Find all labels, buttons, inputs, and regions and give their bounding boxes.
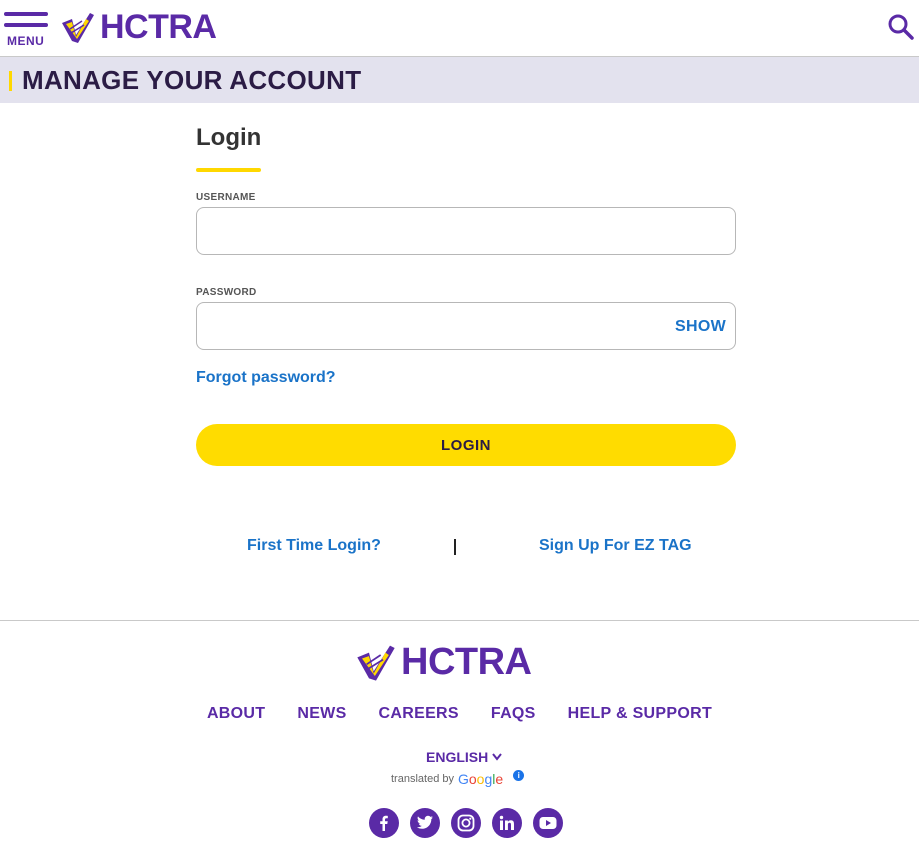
search-icon: [888, 14, 914, 40]
link-divider: [454, 539, 456, 555]
login-button[interactable]: LOGIN: [196, 424, 736, 466]
footer-link-careers[interactable]: CAREERS: [379, 705, 459, 723]
footer-link-about[interactable]: ABOUT: [207, 705, 265, 723]
language-selector[interactable]: ENGLISH: [426, 749, 503, 765]
twitter-icon[interactable]: [410, 808, 440, 838]
page-title: MANAGE YOUR ACCOUNT: [22, 65, 362, 95]
footer-link-news[interactable]: NEWS: [297, 705, 346, 723]
footer-hctra-logo[interactable]: HCTRA: [355, 640, 532, 684]
forgot-password-link[interactable]: Forgot password?: [196, 369, 336, 387]
footer-nav: ABOUT NEWS CAREERS FAQS HELP & SUPPORT: [0, 705, 919, 723]
google-logo: Google: [457, 771, 504, 787]
menu-label: MENU: [7, 34, 45, 48]
login-heading-underline: [196, 168, 261, 172]
banner-accent-bar: [9, 71, 12, 91]
google-translate-attribution: translated by Google i: [391, 769, 525, 787]
social-links: [369, 808, 563, 838]
linkedin-icon[interactable]: [492, 808, 522, 838]
translated-by-label: translated by: [391, 773, 454, 785]
facebook-icon[interactable]: [369, 808, 399, 838]
logo-text: HCTRA: [100, 7, 217, 46]
hamburger-icon-bar: [4, 23, 48, 27]
username-label: USERNAME: [196, 192, 256, 203]
footer-divider: [0, 620, 919, 621]
hctra-emblem-icon: [357, 645, 395, 681]
hctra-logo[interactable]: HCTRA: [60, 7, 217, 46]
password-label: PASSWORD: [196, 287, 257, 298]
show-password-button[interactable]: SHOW: [675, 318, 726, 336]
login-heading: Login: [196, 124, 262, 151]
signup-ez-tag-link[interactable]: Sign Up For EZ TAG: [539, 537, 692, 555]
search-button[interactable]: [887, 13, 915, 41]
page-banner: MANAGE YOUR ACCOUNT: [0, 57, 919, 103]
first-time-login-link[interactable]: First Time Login?: [247, 537, 381, 555]
instagram-icon[interactable]: [451, 808, 481, 838]
hamburger-icon: [4, 12, 48, 16]
chevron-down-icon: [492, 753, 503, 761]
top-navbar: MENU HCTRA: [0, 0, 919, 57]
menu-button[interactable]: MENU: [4, 12, 50, 48]
language-label: ENGLISH: [426, 749, 489, 765]
username-field[interactable]: [196, 207, 736, 255]
info-icon[interactable]: i: [513, 769, 525, 781]
footer-link-help-support[interactable]: HELP & SUPPORT: [568, 705, 712, 723]
footer-link-faqs[interactable]: FAQS: [491, 705, 536, 723]
hctra-emblem-icon: [62, 13, 94, 43]
youtube-icon[interactable]: [533, 808, 563, 838]
footer-logo-text: HCTRA: [401, 640, 532, 683]
password-field[interactable]: [196, 302, 736, 350]
